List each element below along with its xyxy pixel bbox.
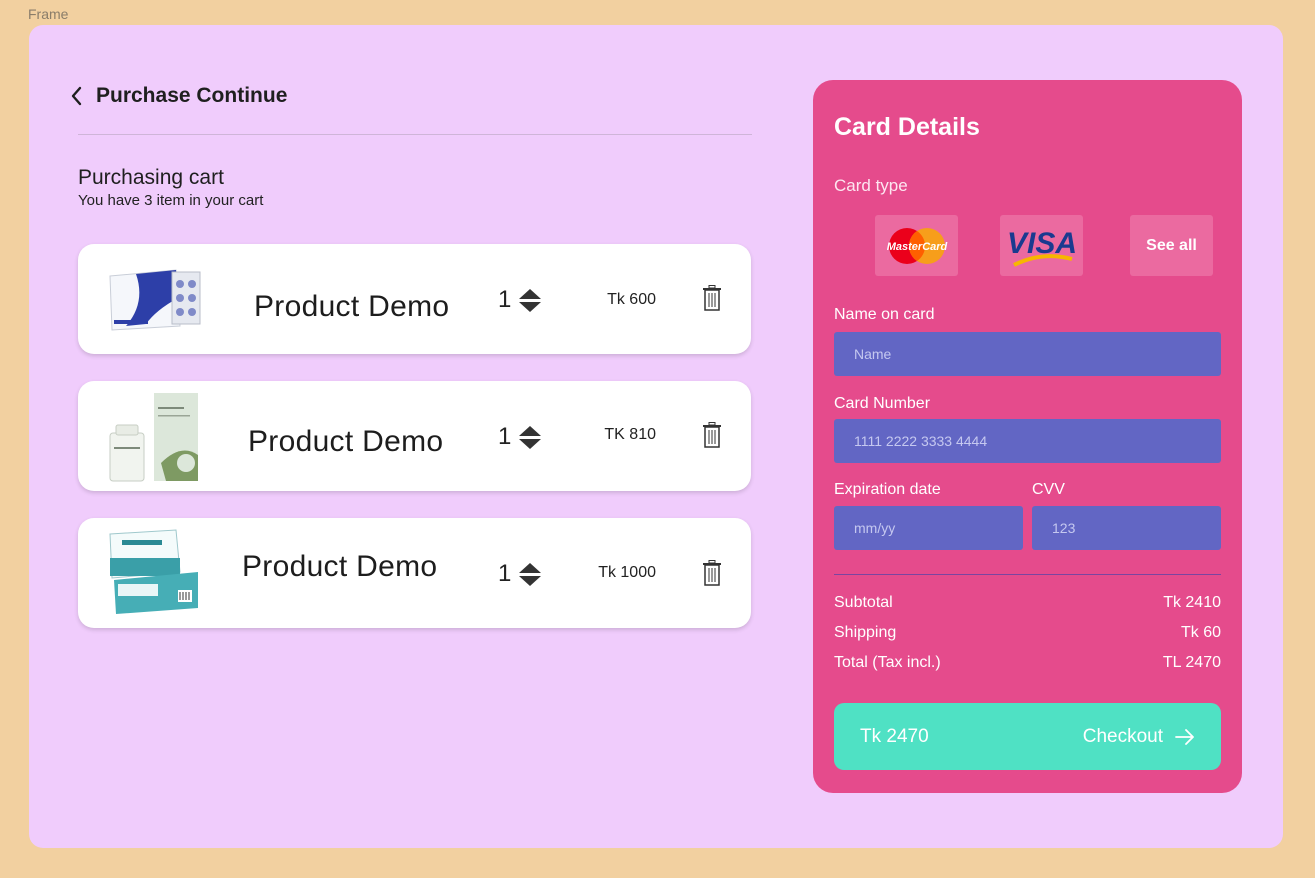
cart-item: Product Demo 1 TK 810: [78, 381, 751, 491]
increment-icon[interactable]: [519, 562, 542, 573]
checkout-action: Checkout: [1083, 726, 1195, 748]
shipping-row: Shipping Tk 60: [834, 624, 1221, 642]
name-on-card-label: Name on card: [834, 306, 935, 323]
expiration-date-label: Expiration date: [834, 481, 941, 498]
quantity-value: 1: [498, 560, 512, 587]
quantity-control: 1: [498, 286, 542, 314]
cart-subtitle: You have 3 item in your cart: [78, 192, 264, 209]
item-price: TK 810: [604, 426, 656, 443]
decrement-icon[interactable]: [519, 575, 542, 586]
see-all-button[interactable]: See all: [1130, 215, 1213, 276]
card-type-label: Card type: [834, 176, 908, 195]
cvv-input[interactable]: [1032, 506, 1221, 550]
visa-logo-icon: VISA: [1006, 227, 1077, 267]
quantity-stepper[interactable]: [519, 562, 542, 586]
trash-icon[interactable]: [702, 285, 722, 311]
checkout-amount: Tk 2470: [860, 725, 929, 747]
shipping-value: Tk 60: [1180, 624, 1221, 641]
visa-option[interactable]: VISA: [1000, 215, 1083, 276]
product-name: Product Demo: [254, 290, 450, 323]
chevron-left-icon[interactable]: [70, 86, 86, 106]
quantity-value: 1: [498, 286, 512, 313]
total-row: Total (Tax incl.) TL 2470: [834, 654, 1221, 672]
quantity-stepper[interactable]: [519, 288, 542, 312]
card-number-label: Card Number: [834, 395, 931, 412]
subtotal-row: Subtotal Tk 2410: [834, 594, 1221, 612]
checkout-button[interactable]: Tk 2470 Checkout: [834, 703, 1221, 770]
increment-icon[interactable]: [519, 425, 542, 436]
quantity-stepper[interactable]: [519, 425, 542, 449]
subtotal-value: Tk 2410: [1163, 594, 1221, 611]
decrement-icon[interactable]: [519, 438, 542, 449]
cvv-label: CVV: [1032, 481, 1065, 498]
checkout-label: Checkout: [1082, 725, 1163, 747]
product-name: Product Demo: [242, 550, 438, 583]
product-name: Product Demo: [248, 425, 444, 458]
frame-label: Frame: [28, 6, 69, 22]
mastercard-logo-icon: MasterCard: [886, 227, 947, 264]
quantity-control: 1: [498, 560, 542, 588]
panel-title: Card Details: [834, 113, 980, 141]
name-on-card-input[interactable]: [834, 332, 1221, 376]
trash-icon[interactable]: [702, 560, 722, 586]
quantity-value: 1: [498, 423, 512, 450]
see-all-label: See all: [1146, 236, 1197, 254]
increment-icon[interactable]: [519, 288, 542, 299]
cart-item: Product Demo 1 Tk 600: [78, 244, 751, 354]
shipping-label: Shipping: [834, 624, 897, 641]
expiration-date-input[interactable]: [834, 506, 1023, 550]
summary-divider: [834, 574, 1221, 575]
page-header: Purchase Continue: [70, 84, 287, 108]
trash-icon[interactable]: [702, 422, 722, 448]
cart-item: Product Demo 1 Tk 1000: [78, 518, 751, 628]
subtotal-label: Subtotal: [834, 594, 893, 611]
cart-title: Purchasing cart: [78, 166, 224, 189]
item-price: Tk 600: [607, 291, 656, 308]
card-details-panel: Card Details Card type MasterCard VISA S…: [813, 80, 1242, 793]
product-image: [106, 528, 202, 618]
header-divider: [78, 134, 752, 135]
total-value: TL 2470: [1162, 654, 1221, 671]
page-title: Purchase Continue: [96, 84, 288, 107]
product-image: [106, 258, 202, 348]
total-label: Total (Tax incl.): [834, 654, 941, 671]
quantity-control: 1: [498, 423, 542, 451]
mastercard-option[interactable]: MasterCard: [875, 215, 958, 276]
card-number-input[interactable]: [834, 419, 1221, 463]
arrow-right-icon: [1175, 728, 1194, 745]
product-image: [106, 393, 202, 483]
item-price: Tk 1000: [598, 564, 656, 581]
decrement-icon[interactable]: [519, 301, 542, 312]
svg-text:MasterCard: MasterCard: [886, 241, 947, 253]
